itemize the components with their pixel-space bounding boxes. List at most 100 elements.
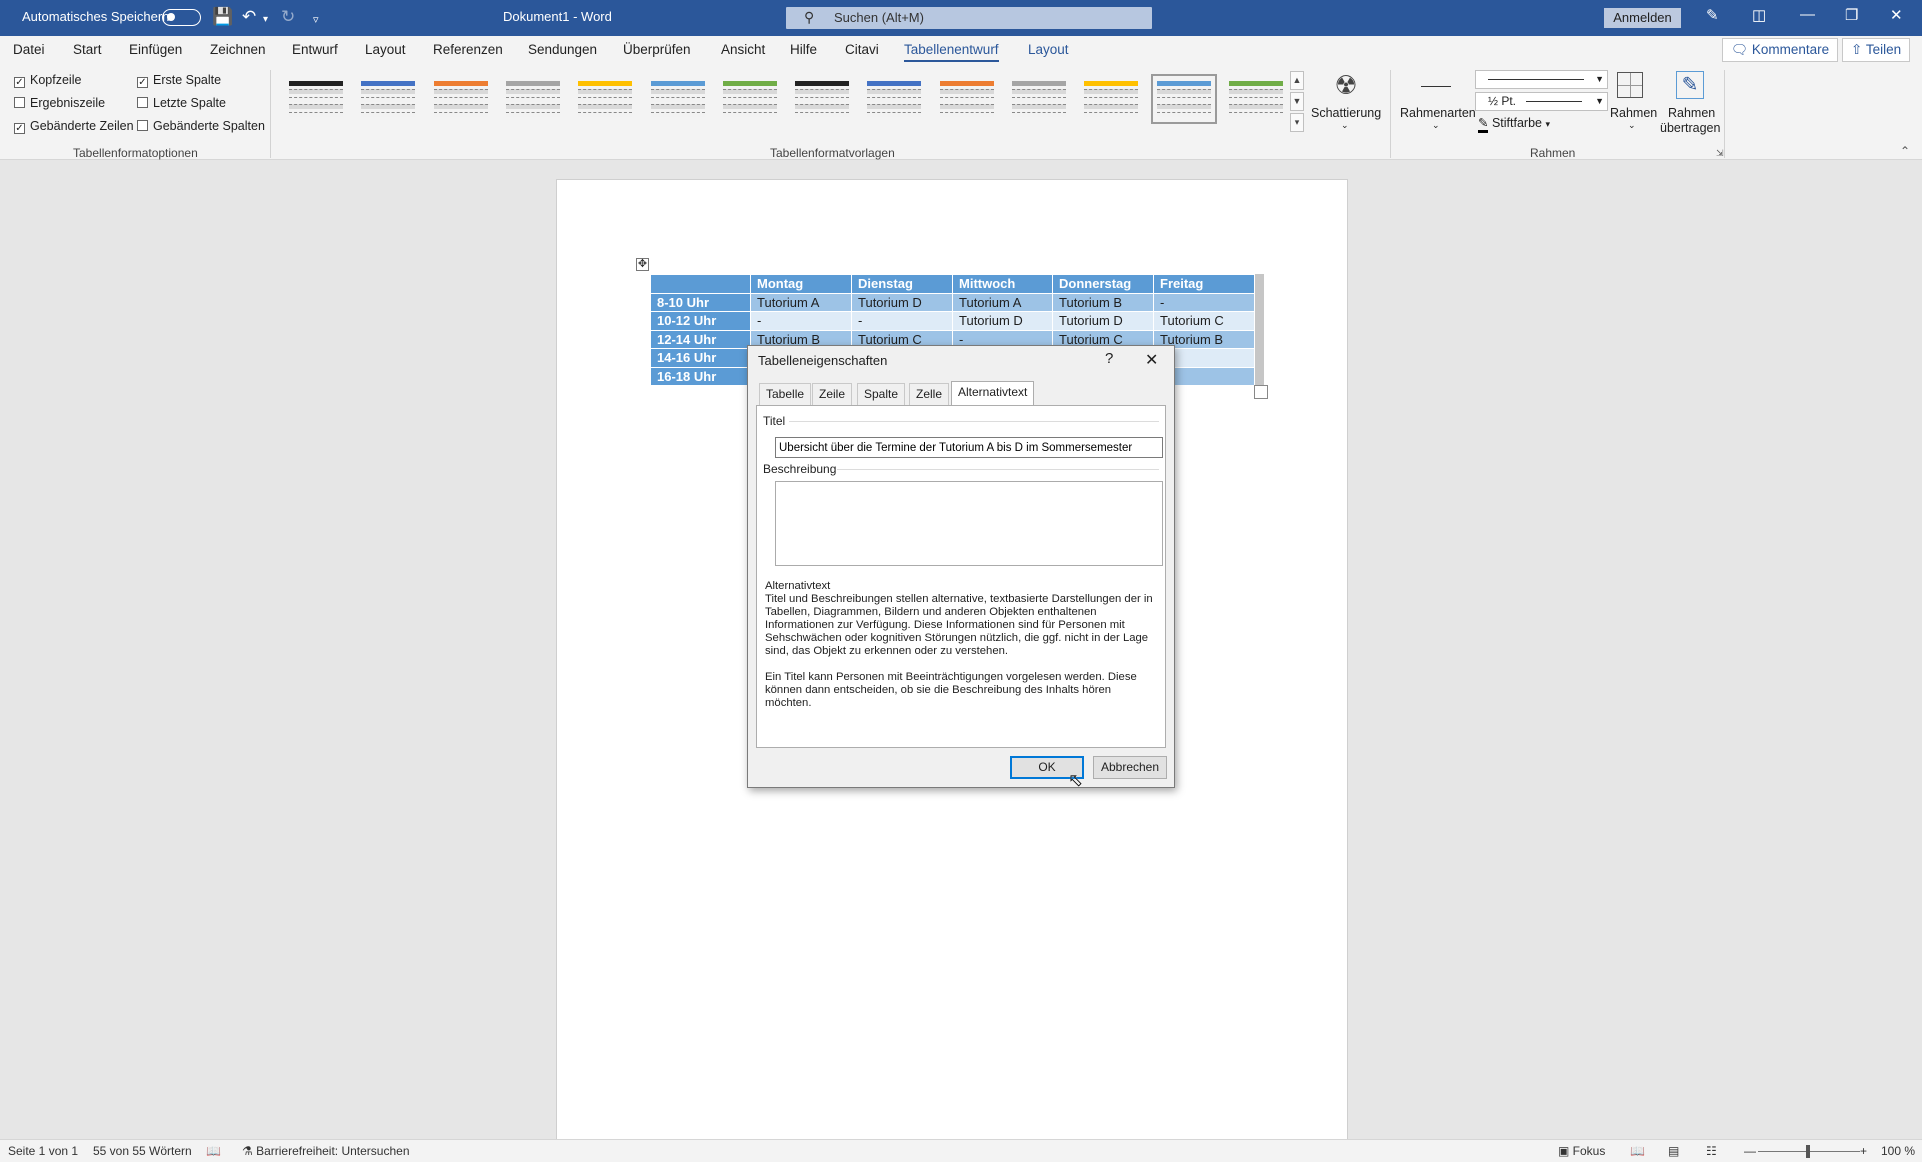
shading-dropdown-icon[interactable]: ⌄	[1341, 120, 1349, 131]
table-header-cell[interactable]: Dienstag	[851, 274, 953, 294]
border-painter-icon[interactable]: ✎	[1676, 71, 1704, 99]
tab-zelle[interactable]: Zelle	[909, 383, 950, 405]
menu-sendungen[interactable]: Sendungen	[528, 42, 597, 57]
ribbon-display-icon[interactable]: ◫	[1752, 6, 1766, 24]
borders-dropdown-icon[interactable]: ⌄	[1628, 120, 1636, 131]
table-row-header[interactable]: 14-16 Uhr	[650, 348, 751, 368]
menu-zeichnen[interactable]: Zeichnen	[210, 42, 266, 57]
save-icon[interactable]: 💾	[212, 7, 233, 27]
focus-button[interactable]: ▣ Fokus	[1558, 1144, 1605, 1158]
menu-citavi[interactable]: Citavi	[845, 42, 879, 57]
dialog-close-icon[interactable]: ✕	[1145, 350, 1158, 370]
border-painter-label-2[interactable]: übertragen	[1660, 121, 1720, 135]
customize-qat-icon[interactable]: ▿	[313, 10, 319, 30]
menu-start[interactable]: Start	[73, 42, 102, 57]
table-style-swatch[interactable]	[576, 78, 634, 120]
table-cell[interactable]: -	[1153, 292, 1255, 312]
border-styles-label[interactable]: Rahmenarten	[1400, 106, 1476, 120]
redo-icon[interactable]: ↻	[281, 7, 295, 27]
checkbox-gebaenderte-spalten[interactable]	[137, 120, 148, 131]
table-style-swatch[interactable]	[1227, 78, 1285, 120]
table-cell[interactable]: Tutorium A	[750, 292, 852, 312]
checkbox-kopfzeile[interactable]: ✓	[14, 77, 25, 88]
table-header-cell[interactable]: Montag	[750, 274, 852, 294]
dialog-launcher-icon[interactable]: ⇲	[1716, 148, 1724, 159]
restore-icon[interactable]: ❐	[1845, 6, 1858, 24]
line-weight-dropdown[interactable]: ½ Pt. ▼	[1475, 92, 1608, 111]
table-row-header[interactable]: 8-10 Uhr	[650, 292, 751, 312]
collapse-ribbon-icon[interactable]: ⌃	[1900, 144, 1910, 158]
table-style-swatch[interactable]	[1082, 78, 1140, 120]
table-cell[interactable]: Tutorium B	[1052, 292, 1154, 312]
checkbox-letzte-spalte[interactable]	[137, 97, 148, 108]
option-kopfzeile[interactable]: ✓ Kopfzeile	[14, 73, 81, 88]
table-cell[interactable]: Tutorium D	[952, 311, 1053, 331]
gallery-more-icon[interactable]: ▾	[1290, 113, 1304, 132]
table-style-swatch[interactable]	[649, 78, 707, 120]
table-row-header[interactable]: 16-18 Uhr	[650, 366, 751, 386]
signin-button[interactable]: Anmelden	[1604, 8, 1681, 28]
menu-ueberpruefen[interactable]: Überprüfen	[623, 42, 691, 57]
comments-button[interactable]: 🗨 Kommentare	[1722, 38, 1839, 62]
table-style-swatch[interactable]	[287, 78, 345, 120]
gallery-down-icon[interactable]: ▼	[1290, 92, 1304, 111]
word-count[interactable]: 55 von 55 Wörtern	[93, 1144, 192, 1158]
border-styles-line-icon[interactable]	[1421, 86, 1451, 87]
table-style-swatch[interactable]	[359, 78, 417, 120]
page-count[interactable]: Seite 1 von 1	[8, 1144, 78, 1158]
search-box[interactable]: ⚲ Suchen (Alt+M)	[786, 7, 1152, 29]
table-cell[interactable]: Tutorium A	[952, 292, 1053, 312]
menu-ansicht[interactable]: Ansicht	[721, 42, 765, 57]
tab-spalte[interactable]: Spalte	[857, 383, 906, 405]
accessibility-status[interactable]: ⚗ Barrierefreiheit: Untersuchen	[242, 1144, 410, 1158]
checkbox-gebaenderte-zeilen[interactable]: ✓	[14, 123, 25, 134]
table-style-swatch[interactable]	[865, 78, 923, 120]
table-cell[interactable]: -	[851, 311, 953, 331]
undo-icon[interactable]: ↶	[242, 7, 256, 27]
borders-label[interactable]: Rahmen	[1610, 106, 1657, 120]
table-header-cell[interactable]: Donnerstag	[1052, 274, 1154, 294]
web-layout-icon[interactable]: ☷	[1706, 1144, 1717, 1158]
table-style-swatch[interactable]	[1150, 74, 1217, 124]
tab-tabelle[interactable]: Tabelle	[759, 383, 812, 405]
table-cell[interactable]: Tutorium D	[1052, 311, 1154, 331]
zoom-in-icon[interactable]: +	[1860, 1144, 1867, 1158]
alttext-description-input[interactable]	[775, 481, 1163, 566]
borders-icon[interactable]	[1617, 72, 1643, 98]
shading-bucket-icon[interactable]: ☢	[1330, 70, 1362, 102]
border-styles-dropdown-icon[interactable]: ⌄	[1432, 120, 1440, 131]
proofing-icon[interactable]: 📖	[206, 1144, 221, 1158]
table-header-cell[interactable]	[650, 274, 751, 294]
checkbox-ergebniszeile[interactable]	[14, 97, 25, 108]
table-cell[interactable]: Tutorium D	[851, 292, 953, 312]
share-button[interactable]: ⇧ Teilen	[1842, 38, 1911, 62]
option-gebaenderte-spalten[interactable]: Gebänderte Spalten	[137, 119, 265, 133]
help-icon[interactable]: ?	[1105, 350, 1113, 367]
table-style-swatch[interactable]	[938, 78, 996, 120]
table-row-header[interactable]: 10-12 Uhr	[650, 311, 751, 331]
pen-icon[interactable]: ✎	[1706, 6, 1719, 24]
option-letzte-spalte[interactable]: Letzte Spalte	[137, 96, 226, 110]
minimize-icon[interactable]: —	[1800, 6, 1815, 23]
option-erste-spalte[interactable]: ✓ Erste Spalte	[137, 73, 221, 88]
undo-dropdown-icon[interactable]: ▾	[263, 10, 268, 30]
table-header-cell[interactable]: Mittwoch	[952, 274, 1053, 294]
table-cell[interactable]: -	[750, 311, 852, 331]
table-header-cell[interactable]: Freitag	[1153, 274, 1255, 294]
autosave-toggle[interactable]	[162, 9, 201, 26]
menu-hilfe[interactable]: Hilfe	[790, 42, 817, 57]
gallery-up-icon[interactable]: ▲	[1290, 71, 1304, 90]
table-style-swatch[interactable]	[504, 78, 562, 120]
checkbox-erste-spalte[interactable]: ✓	[137, 77, 148, 88]
zoom-level[interactable]: 100 %	[1881, 1144, 1915, 1158]
border-painter-label-1[interactable]: Rahmen	[1668, 106, 1715, 120]
table-style-swatch[interactable]	[721, 78, 779, 120]
table-style-swatch[interactable]	[1010, 78, 1068, 120]
menu-tabellenentwurf[interactable]: Tabellenentwurf	[904, 42, 999, 62]
read-mode-icon[interactable]: 📖	[1630, 1144, 1645, 1158]
menu-entwurf[interactable]: Entwurf	[292, 42, 338, 57]
tab-zeile[interactable]: Zeile	[812, 383, 853, 405]
option-gebaenderte-zeilen[interactable]: ✓ Gebänderte Zeilen	[14, 119, 134, 134]
menu-datei[interactable]: Datei	[13, 42, 45, 57]
zoom-slider-thumb[interactable]	[1806, 1145, 1810, 1158]
